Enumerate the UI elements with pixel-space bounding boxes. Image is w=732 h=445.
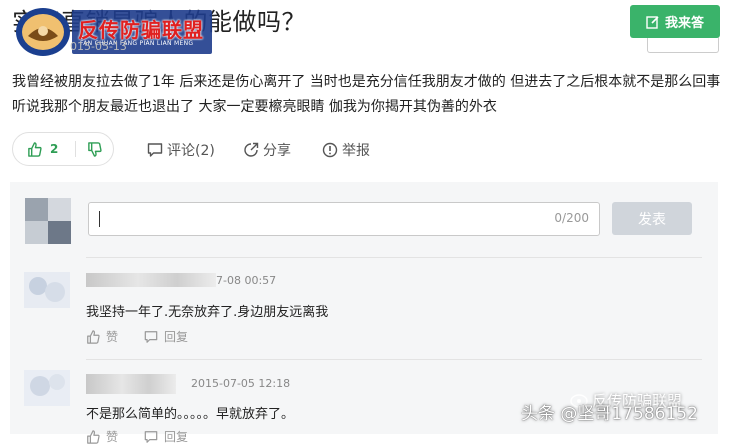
post-comment-button[interactable]: 发表 xyxy=(612,202,692,235)
logo-name: 反传防骗联盟 xyxy=(78,18,204,42)
comment-like-label: 赞 xyxy=(106,430,119,444)
upvote-button[interactable]: 2 xyxy=(13,141,75,157)
share-action-label: 分享 xyxy=(263,143,291,159)
report-action[interactable]: 举报 xyxy=(322,140,370,160)
comment-reply-button[interactable]: 回复 xyxy=(144,428,188,445)
char-counter: 0/200 xyxy=(554,211,589,225)
comment-like-button[interactable]: 赞 xyxy=(86,328,118,345)
edit-icon xyxy=(646,15,659,29)
comment-text: 我坚持一年了.无奈放弃了.身边朋友远离我 xyxy=(86,305,329,320)
comment-reply-button[interactable]: 回复 xyxy=(144,328,188,345)
thumbs-up-icon xyxy=(28,141,42,157)
reply-icon xyxy=(144,430,158,443)
share-icon xyxy=(244,142,259,157)
comment-like-label: 赞 xyxy=(106,330,119,344)
comment-action[interactable]: 评论(2) xyxy=(147,140,215,160)
comment-author[interactable] xyxy=(86,273,216,287)
answer-button-label: 我来答 xyxy=(664,16,704,31)
thumbs-up-icon xyxy=(87,429,100,444)
current-user-avatar xyxy=(25,198,71,244)
comment-action-label: 评论(2) xyxy=(167,143,215,159)
comment-icon xyxy=(147,143,163,157)
like-count: 2 xyxy=(50,142,59,156)
follow-button[interactable] xyxy=(647,38,719,53)
comment-avatar xyxy=(24,272,70,318)
watermark-source: 头条 @坚哥17586152 xyxy=(521,404,698,424)
thumbs-down-icon xyxy=(88,141,102,157)
comment-author[interactable] xyxy=(86,374,176,394)
comment-date: 2015-07-05 12:18 xyxy=(191,377,291,390)
comment-reply-label: 回复 xyxy=(164,430,189,444)
comment-divider xyxy=(86,257,702,258)
comment-date: 7-08 00:57 xyxy=(216,274,277,287)
text-caret xyxy=(99,211,100,227)
thumbs-up-icon xyxy=(87,329,100,344)
vote-control: 2 xyxy=(12,132,114,166)
downvote-button[interactable] xyxy=(76,141,102,157)
answer-button[interactable]: 我来答 xyxy=(630,5,720,38)
comment-divider xyxy=(86,359,702,360)
comment-text: 不是那么简单的。。。。。早就放弃了。 xyxy=(86,407,295,422)
reply-icon xyxy=(144,330,158,343)
question-date: 015-05-13 xyxy=(70,40,127,53)
comment-reply-label: 回复 xyxy=(164,330,189,344)
share-action[interactable]: 分享 xyxy=(243,140,291,160)
answer-text: 我曾经被朋友拉去做了1年 后来还是伤心离开了 当时也是充分信任我朋友才做的 但进… xyxy=(12,74,721,115)
report-icon xyxy=(322,142,338,158)
report-action-label: 举报 xyxy=(342,143,370,159)
logo-emblem-icon xyxy=(16,8,70,56)
comment-avatar xyxy=(24,370,70,416)
comment-input[interactable]: 0/200 xyxy=(88,202,600,236)
comment-like-button[interactable]: 赞 xyxy=(86,428,118,445)
